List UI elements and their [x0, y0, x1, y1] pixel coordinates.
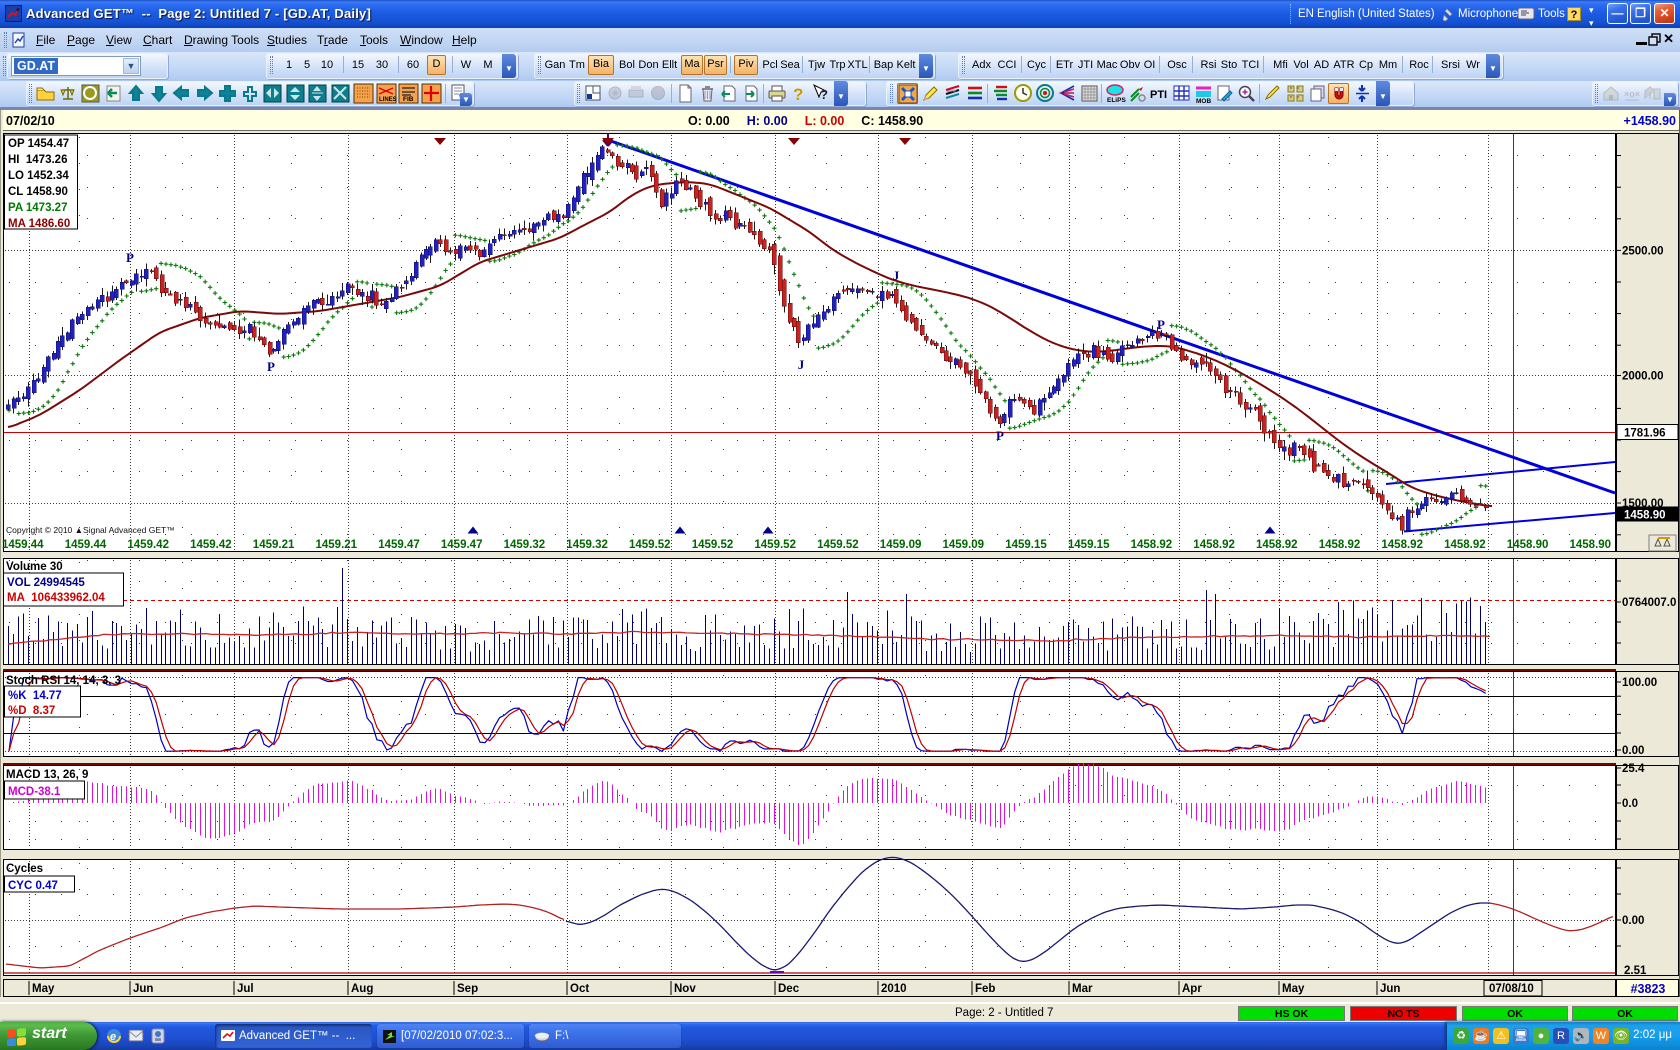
svg-text:?: ? — [793, 85, 803, 104]
svg-text:1459.32: 1459.32 — [504, 539, 546, 551]
svg-text:P: P — [267, 359, 275, 374]
svg-text:%K 14.77: %K 14.77 — [8, 690, 62, 702]
svg-text:MA 106433962.04: MA 106433962.04 — [7, 592, 105, 604]
svg-text:1458.92: 1458.92 — [1193, 539, 1235, 551]
svg-text:ELiPS: ELiPS — [1107, 97, 1126, 104]
svg-text:07/02/10: 07/02/10 — [6, 114, 55, 128]
svg-text:PA 1473.27: PA 1473.27 — [8, 202, 67, 214]
svg-text:Sep: Sep — [457, 983, 478, 995]
svg-text:Feb: Feb — [975, 983, 995, 995]
svg-text:LO 1452.34: LO 1452.34 — [8, 170, 69, 182]
svg-text:P: P — [1157, 317, 1165, 332]
svg-text:2500.00: 2500.00 — [1622, 245, 1664, 257]
svg-text:1459.42: 1459.42 — [127, 539, 169, 551]
svg-text:Aug: Aug — [351, 983, 373, 995]
svg-text:1459.52: 1459.52 — [817, 539, 859, 551]
svg-text:CYC 0.47: CYC 0.47 — [8, 880, 58, 892]
svg-text:1781.96: 1781.96 — [1624, 428, 1666, 440]
svg-text:1458.92: 1458.92 — [1444, 539, 1486, 551]
svg-text:Jul: Jul — [237, 983, 254, 995]
svg-text:1459.47: 1459.47 — [441, 539, 483, 551]
svg-text:2000.00: 2000.00 — [1622, 371, 1664, 383]
svg-text:HI 1473.26: HI 1473.26 — [8, 154, 67, 166]
svg-text:1459.44: 1459.44 — [65, 539, 107, 551]
svg-text:Jun: Jun — [133, 983, 153, 995]
svg-text:O: 0.00H: 0.00L: 0.00C: 1458.9: O: 0.00H: 0.00L: 0.00C: 1458.90 — [688, 114, 923, 128]
svg-text:FIB: FIB — [403, 96, 414, 103]
svg-text:Copyright © 2010 ▲Signal Advan: Copyright © 2010 ▲Signal Advanced GET™ — [6, 525, 175, 535]
svg-text:×ο×: ×ο× — [1624, 89, 1640, 99]
svg-text:%D 8.37: %D 8.37 — [8, 705, 55, 717]
svg-text:J: J — [798, 357, 805, 372]
svg-text:1459.09: 1459.09 — [880, 539, 922, 551]
svg-text:PTI: PTI — [1150, 89, 1167, 101]
svg-text:1458.92: 1458.92 — [1256, 539, 1298, 551]
svg-text:P: P — [996, 428, 1004, 443]
svg-text:1458.90: 1458.90 — [1624, 510, 1666, 522]
svg-text:Jun: Jun — [1380, 983, 1400, 995]
svg-text:1459.47: 1459.47 — [378, 539, 420, 551]
svg-text:MACD 13, 26, 9: MACD 13, 26, 9 — [6, 769, 88, 781]
svg-text:P: P — [126, 250, 134, 265]
svg-text:Volume 30: Volume 30 — [6, 561, 63, 573]
svg-text:100.00: 100.00 — [1622, 677, 1657, 689]
svg-text:1459.21: 1459.21 — [253, 539, 295, 551]
svg-text:1459.52: 1459.52 — [629, 539, 671, 551]
svg-text:1458.90: 1458.90 — [1507, 539, 1549, 551]
svg-text:May: May — [32, 983, 55, 995]
svg-text:1458.90: 1458.90 — [1570, 539, 1612, 551]
svg-text:2.51: 2.51 — [1624, 965, 1647, 977]
svg-text:Nov: Nov — [674, 983, 696, 995]
svg-text:CL 1458.90: CL 1458.90 — [8, 186, 68, 198]
svg-text:MOB: MOB — [1196, 98, 1211, 104]
svg-text:1459.15: 1459.15 — [1068, 539, 1110, 551]
svg-text:Dec: Dec — [778, 983, 800, 995]
svg-text:Stoch RSI 14, 14, 3, 3: Stoch RSI 14, 14, 3, 3 — [6, 675, 121, 687]
svg-text:Oct: Oct — [570, 983, 589, 995]
svg-text:1459.21: 1459.21 — [316, 539, 358, 551]
svg-text:0.00: 0.00 — [1622, 745, 1644, 757]
svg-text:1459.32: 1459.32 — [566, 539, 608, 551]
svg-text:LINES: LINES — [379, 97, 397, 103]
svg-text:07/08/10: 07/08/10 — [1489, 983, 1534, 995]
svg-text:Apr: Apr — [1182, 983, 1202, 995]
svg-text:1458.92: 1458.92 — [1381, 539, 1423, 551]
svg-text:J: J — [893, 268, 900, 283]
svg-text:1459.52: 1459.52 — [692, 539, 734, 551]
svg-text:#3823: #3823 — [1631, 982, 1666, 996]
svg-text:25.4: 25.4 — [1622, 763, 1645, 775]
svg-text:MA 1486.60: MA 1486.60 — [8, 218, 70, 230]
svg-text:1459.42: 1459.42 — [190, 539, 232, 551]
svg-text:2010: 2010 — [881, 983, 907, 995]
svg-text:1459.52: 1459.52 — [754, 539, 796, 551]
svg-text:VOL 24994545: VOL 24994545 — [7, 577, 85, 589]
svg-text:Cycles: Cycles — [6, 863, 43, 875]
svg-text:e: e — [110, 1031, 116, 1043]
svg-text:MCD-38.1: MCD-38.1 — [8, 786, 61, 798]
svg-text:1458.92: 1458.92 — [1319, 539, 1361, 551]
svg-text:?: ? — [820, 87, 828, 102]
svg-text:0.00: 0.00 — [1622, 915, 1644, 927]
svg-text:+1458.90: +1458.90 — [1624, 114, 1677, 128]
svg-text:1459.09: 1459.09 — [943, 539, 985, 551]
svg-text:1459.15: 1459.15 — [1005, 539, 1047, 551]
svg-text:1458.92: 1458.92 — [1131, 539, 1173, 551]
svg-text:0764007.0: 0764007.0 — [1622, 597, 1676, 609]
svg-text:1459.44: 1459.44 — [2, 539, 44, 551]
svg-text:May: May — [1282, 983, 1305, 995]
svg-text:Mar: Mar — [1072, 983, 1093, 995]
svg-text:OP 1454.47: OP 1454.47 — [8, 138, 69, 150]
svg-text:0.0: 0.0 — [1622, 798, 1638, 810]
